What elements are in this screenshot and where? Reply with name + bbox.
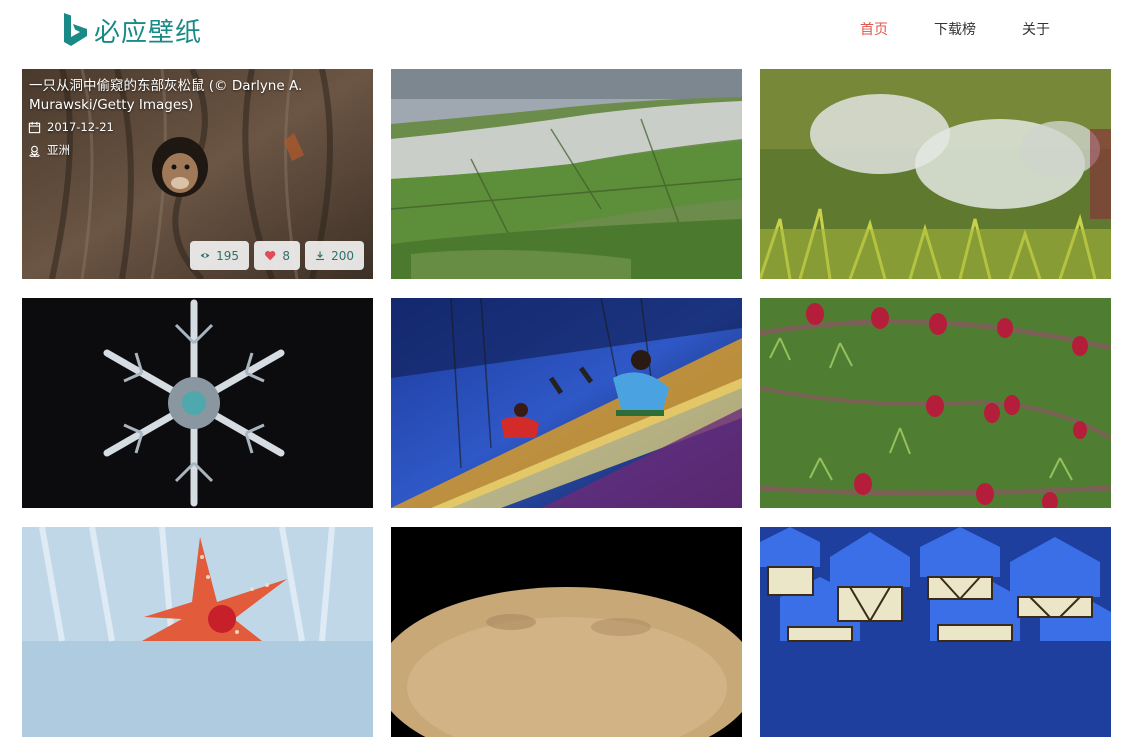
wallpaper-image-hills xyxy=(391,69,742,279)
wallpaper-image-swing-ride xyxy=(391,298,742,508)
download-button[interactable]: 200 xyxy=(305,241,364,270)
wallpaper-image-moon xyxy=(391,527,742,737)
download-count: 200 xyxy=(331,248,354,263)
card-overlay: 一只从洞中偷窥的东部灰松鼠 (© Darlyne A. Murawski/Get… xyxy=(22,69,373,279)
site-header: 必应壁纸 首页 下载榜 关于 xyxy=(0,0,1134,60)
wallpaper-image-snowflake xyxy=(22,298,373,508)
wallpaper-card[interactable] xyxy=(22,527,373,737)
nav-item-about[interactable]: 关于 xyxy=(1022,19,1050,39)
card-title: 一只从洞中偷窥的东部灰松鼠 (© Darlyne A. Murawski/Get… xyxy=(29,78,303,113)
eye-icon xyxy=(200,253,210,258)
view-count-button[interactable]: 195 xyxy=(190,241,249,270)
card-date: 2017-12-21 xyxy=(28,120,114,134)
bing-logo-icon xyxy=(64,13,87,46)
brand-logo[interactable]: 必应壁纸 xyxy=(62,10,202,50)
like-button[interactable]: 8 xyxy=(254,241,300,270)
nav-item-download-ranking[interactable]: 下载榜 xyxy=(934,19,976,39)
wallpaper-card[interactable] xyxy=(760,298,1111,508)
wallpaper-image-starfish xyxy=(22,527,373,737)
wallpaper-image-larch xyxy=(760,298,1111,508)
wallpaper-card[interactable] xyxy=(391,298,742,508)
wallpaper-card[interactable] xyxy=(391,69,742,279)
card-date-text: 2017-12-21 xyxy=(47,120,114,134)
like-count: 8 xyxy=(282,248,290,263)
card-region-text: 亚洲 xyxy=(47,143,70,157)
wallpaper-card[interactable] xyxy=(760,527,1111,737)
calendar-icon xyxy=(28,121,41,133)
download-icon xyxy=(316,251,325,261)
wallpaper-image-village xyxy=(760,527,1111,737)
brand-name: 必应壁纸 xyxy=(94,17,203,48)
wallpaper-card[interactable] xyxy=(391,527,742,737)
main-nav: 首页 下载榜 关于 xyxy=(860,19,1050,39)
wallpaper-card[interactable] xyxy=(760,69,1111,279)
location-icon xyxy=(29,145,40,157)
card-actions: 195 8 200 xyxy=(190,241,364,270)
card-region: 亚洲 xyxy=(28,142,70,158)
heart-icon xyxy=(264,251,276,261)
nav-item-home[interactable]: 首页 xyxy=(860,19,888,39)
view-count: 195 xyxy=(216,248,239,263)
wallpaper-card[interactable] xyxy=(22,298,373,508)
wallpaper-card[interactable]: 一只从洞中偷窥的东部灰松鼠 (© Darlyne A. Murawski/Get… xyxy=(22,69,373,279)
wallpaper-image-lichen xyxy=(760,69,1111,279)
